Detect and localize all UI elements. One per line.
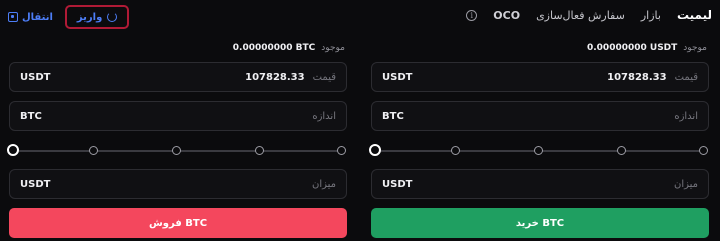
buy-slider-handle[interactable] bbox=[369, 144, 381, 156]
sell-panel: 0.00000000 BTC موجود USDT 107828.33 قیمت… bbox=[7, 34, 347, 238]
buy-slider-mark-25[interactable] bbox=[451, 146, 460, 155]
buy-percentage-slider[interactable] bbox=[369, 140, 709, 162]
deposit-icon bbox=[107, 12, 118, 22]
sell-slider-mark-100[interactable] bbox=[337, 146, 346, 155]
sell-available-label: موجود bbox=[321, 43, 345, 53]
buy-size-field[interactable]: BTC اندازه bbox=[371, 101, 709, 131]
tab-oco[interactable]: OCO bbox=[493, 9, 520, 22]
buy-available-value: 0.00000000 USDT bbox=[586, 43, 678, 53]
tab-stop-order[interactable]: سفارش فعال‌سازی bbox=[536, 9, 625, 22]
order-type-tabs: لیمیت بازار سفارش فعال‌سازی OCO i bbox=[466, 8, 712, 22]
transfer-label: انتقال bbox=[22, 11, 53, 23]
sell-slider-mark-25[interactable] bbox=[89, 146, 98, 155]
info-icon[interactable]: i bbox=[466, 9, 478, 21]
sell-amount-field[interactable]: USDT میزان bbox=[9, 169, 347, 199]
sell-available-balance: 0.00000000 BTC موجود bbox=[9, 34, 347, 62]
sell-slider-mark-75[interactable] bbox=[255, 146, 264, 155]
sell-size-field[interactable]: BTC اندازه bbox=[9, 101, 347, 131]
buy-amount-unit: USDT bbox=[382, 178, 413, 190]
sell-price-unit: USDT bbox=[20, 71, 51, 83]
transfer-button[interactable]: انتقال bbox=[8, 12, 53, 23]
buy-amount-label: میزان bbox=[673, 178, 698, 190]
sell-percentage-slider[interactable] bbox=[7, 140, 347, 162]
sell-price-value: 107828.33 bbox=[245, 71, 305, 83]
deposit-label: واریز bbox=[76, 11, 103, 23]
sell-btc-button[interactable]: فروش BTC bbox=[9, 208, 347, 238]
buy-size-label: اندازه bbox=[674, 110, 698, 122]
buy-size-unit: BTC bbox=[382, 110, 404, 122]
sell-available-value: 0.00000000 BTC bbox=[232, 43, 316, 53]
buy-price-field[interactable]: USDT 107828.33 قیمت bbox=[371, 62, 709, 92]
sell-slider-handle[interactable] bbox=[7, 144, 19, 156]
buy-price-label: قیمت bbox=[674, 71, 698, 83]
sell-price-field[interactable]: USDT 107828.33 قیمت bbox=[9, 62, 347, 92]
buy-available-balance: 0.00000000 USDT موجود bbox=[371, 34, 709, 62]
buy-available-label: موجود bbox=[683, 43, 707, 53]
tab-market[interactable]: بازار bbox=[641, 9, 661, 22]
buy-slider-mark-75[interactable] bbox=[617, 146, 626, 155]
order-form-header: انتقال واریز لیمیت بازار سفارش فعال‌سازی… bbox=[0, 0, 720, 34]
buy-slider-mark-50[interactable] bbox=[534, 146, 543, 155]
sell-slider-mark-50[interactable] bbox=[172, 146, 181, 155]
wallet-actions: انتقال واریز bbox=[8, 5, 130, 29]
transfer-icon bbox=[8, 12, 18, 22]
sell-size-label: اندازه bbox=[312, 110, 336, 122]
buy-slider-mark-100[interactable] bbox=[699, 146, 708, 155]
sell-amount-unit: USDT bbox=[20, 178, 51, 190]
buy-panel: 0.00000000 USDT موجود USDT 107828.33 قیم… bbox=[369, 34, 709, 238]
deposit-button[interactable]: واریز bbox=[64, 5, 130, 29]
sell-amount-label: میزان bbox=[311, 178, 336, 190]
sell-price-label: قیمت bbox=[312, 71, 336, 83]
buy-btc-button[interactable]: خرید BTC bbox=[371, 208, 709, 238]
sell-size-unit: BTC bbox=[20, 110, 42, 122]
buy-price-unit: USDT bbox=[382, 71, 413, 83]
tab-limit[interactable]: لیمیت bbox=[677, 8, 712, 22]
buy-price-value: 107828.33 bbox=[607, 71, 667, 83]
buy-amount-field[interactable]: USDT میزان bbox=[371, 169, 709, 199]
